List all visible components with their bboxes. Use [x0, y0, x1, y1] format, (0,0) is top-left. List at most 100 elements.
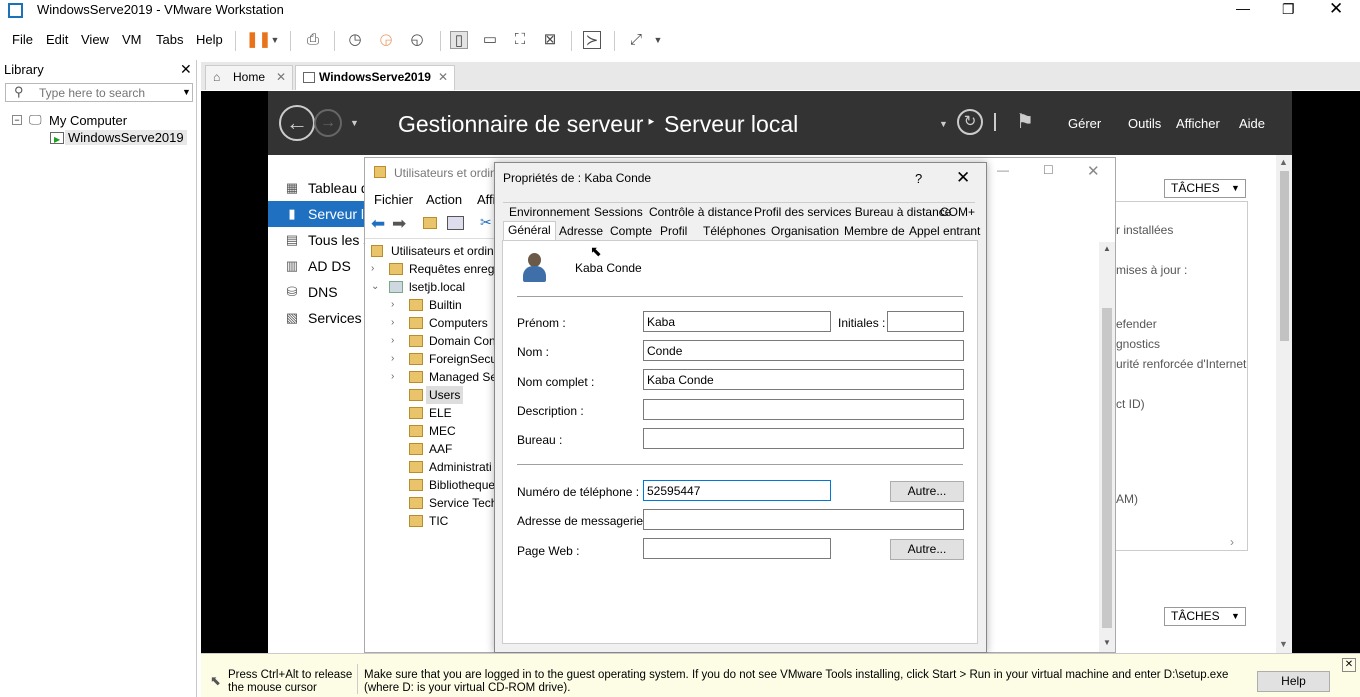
send-ctrl-alt-del-icon[interactable]: ⎙ [304, 31, 322, 49]
menu-afficher[interactable]: Afficher [1176, 116, 1220, 131]
notifications-flag-icon[interactable]: ⚑ [1016, 109, 1034, 134]
refresh-icon[interactable]: ↻ [957, 109, 983, 135]
aduc-maximize-button[interactable]: ☐ [1043, 163, 1054, 177]
scrollbar-thumb[interactable] [1280, 171, 1289, 341]
tab-telephones[interactable]: Téléphones [699, 223, 770, 241]
aduc-scroll-up-icon[interactable]: ▲ [1103, 244, 1111, 253]
vertical-scrollbar[interactable]: ▲ ▼ [1276, 155, 1292, 653]
initiales-field[interactable] [887, 311, 964, 332]
tab-profil[interactable]: Profil [656, 223, 691, 241]
library-search-input[interactable] [39, 85, 174, 100]
close-status-icon[interactable]: ✕ [1342, 658, 1356, 672]
show-tree-icon[interactable] [447, 216, 464, 230]
aduc-scroll-thumb[interactable] [1102, 308, 1112, 628]
restore-button[interactable]: ❐ [1282, 1, 1295, 18]
aduc-scroll-down-icon[interactable]: ▼ [1103, 638, 1111, 647]
menu-aide[interactable]: Aide [1239, 116, 1265, 131]
tab-windowsserve2019[interactable]: WindowsServe2019 ✕ [295, 65, 455, 90]
menu-view[interactable]: View [81, 32, 109, 47]
tab-compte[interactable]: Compte [606, 223, 656, 241]
taches-button-top[interactable]: TÂCHES ▼ [1164, 179, 1246, 198]
tab-com-plus[interactable]: COM+ [936, 204, 979, 222]
pause-icon[interactable]: ❚❚ [246, 31, 271, 49]
scroll-up-icon[interactable]: ▲ [1279, 157, 1288, 167]
menu-tabs[interactable]: Tabs [156, 32, 183, 47]
nom-complet-field[interactable] [643, 369, 964, 390]
search-dropdown-icon[interactable]: ▼ [182, 87, 191, 97]
show-library-icon[interactable]: ▯ [450, 31, 468, 49]
close-library-icon[interactable]: ✕ [180, 61, 192, 78]
status-help-button[interactable]: Help [1257, 671, 1330, 692]
scroll-right-icon[interactable]: › [1230, 535, 1234, 549]
nav-serveur-local[interactable]: ▮ Serveur lo [268, 201, 372, 227]
unity-icon[interactable]: ⊠ [541, 31, 559, 49]
telephone-field[interactable] [643, 480, 831, 501]
cut-icon[interactable]: ✂ [480, 214, 492, 231]
close-tab-home-icon[interactable]: ✕ [276, 66, 286, 89]
revert-snapshot-icon[interactable]: ◶ [377, 31, 395, 49]
library-search[interactable]: ⚲ ▼ [5, 83, 193, 102]
menu-gerer[interactable]: Gérer [1068, 116, 1101, 131]
scroll-down-icon[interactable]: ▼ [1279, 639, 1288, 649]
dialog-help-button[interactable]: ? [915, 171, 922, 186]
tab-home[interactable]: ⌂ Home ✕ [205, 65, 293, 90]
tree-root[interactable]: Utilisateurs et ordina [371, 242, 495, 260]
nom-field[interactable] [643, 340, 964, 361]
forward-arrow-icon[interactable]: ➡ [392, 214, 406, 234]
tree-vm-windowsserve2019[interactable]: WindowsServe2019 [65, 130, 187, 145]
nav-services[interactable]: ▧ Services d [268, 305, 374, 331]
header-dropdown-icon[interactable]: ▼ [939, 119, 948, 129]
tree-saved-queries[interactable]: › Requêtes enregi [371, 260, 495, 278]
tab-general[interactable]: Général [503, 221, 556, 241]
taches-button-bottom[interactable]: TÂCHES ▼ [1164, 607, 1246, 626]
minimize-button[interactable]: — [1236, 0, 1250, 16]
thumbnail-bar-icon[interactable]: ▭ [481, 31, 499, 49]
aduc-menu-affichage[interactable]: Affi [477, 192, 496, 207]
aduc-minimize-button[interactable]: — [997, 163, 1009, 177]
tab-controle-distance[interactable]: Contrôle à distance [645, 204, 756, 222]
bureau-field[interactable] [643, 428, 964, 449]
close-tab-vm-icon[interactable]: ✕ [438, 66, 448, 89]
nav-dns[interactable]: ⛁ DNS [268, 279, 368, 305]
aduc-menu-action[interactable]: Action [426, 192, 462, 207]
nav-dropdown-icon[interactable]: ▼ [350, 118, 359, 128]
tree-domain[interactable]: ⌄ lsetjb.local [371, 278, 495, 296]
forward-icon[interactable]: → [314, 109, 342, 137]
tree-collapse-icon[interactable]: − [12, 115, 22, 125]
aduc-menu-fichier[interactable]: Fichier [374, 192, 413, 207]
messagerie-field[interactable] [643, 509, 964, 530]
stretch-icon[interactable]: ⤢ [627, 31, 645, 49]
menu-edit[interactable]: Edit [46, 32, 68, 47]
tab-organisation[interactable]: Organisation [767, 223, 843, 241]
tab-appel-entrant[interactable]: Appel entrant [905, 223, 984, 241]
page-web-field[interactable] [643, 538, 831, 559]
menu-file[interactable]: File [12, 32, 33, 47]
aduc-right-scrollbar[interactable]: ▲ ▼ [1099, 242, 1115, 652]
nav-tous-les-serveurs[interactable]: ▤ Tous les s [268, 227, 370, 253]
tree-my-computer[interactable]: My Computer [49, 113, 127, 128]
aduc-close-button[interactable]: ✕ [1087, 162, 1100, 180]
nav-ad-ds[interactable]: ▥ AD DS [268, 253, 368, 279]
autre-telephone-button[interactable]: Autre... [890, 481, 964, 502]
tab-profil-services-bureau[interactable]: Profil des services Bureau à distance [750, 204, 955, 222]
close-window-button[interactable]: ✕ [1329, 0, 1343, 19]
back-icon[interactable]: ← [279, 105, 315, 141]
up-folder-icon[interactable] [423, 217, 437, 229]
menu-outils[interactable]: Outils [1128, 116, 1161, 131]
tab-sessions[interactable]: Sessions [590, 204, 647, 222]
menu-help[interactable]: Help [196, 32, 223, 47]
pause-dropdown-icon[interactable]: ▼ [266, 31, 284, 49]
autre-web-button[interactable]: Autre... [890, 539, 964, 560]
snapshot-icon[interactable]: ◷ [346, 31, 364, 49]
full-screen-icon[interactable]: ⛶ [511, 31, 529, 49]
nav-tableau-de-bord[interactable]: ▦ Tableau d [268, 175, 369, 201]
console-view-icon[interactable]: ≻ [583, 31, 601, 49]
tab-adresse[interactable]: Adresse [555, 223, 607, 241]
back-arrow-icon[interactable]: ⬅ [371, 214, 385, 234]
tab-membre-de[interactable]: Membre de [840, 223, 909, 241]
snapshot-manager-icon[interactable]: ◵ [408, 31, 426, 49]
tab-environnement[interactable]: Environnement [505, 204, 594, 222]
description-field[interactable] [643, 399, 964, 420]
dialog-close-button[interactable]: ✕ [956, 168, 970, 188]
prenom-field[interactable] [643, 311, 831, 332]
